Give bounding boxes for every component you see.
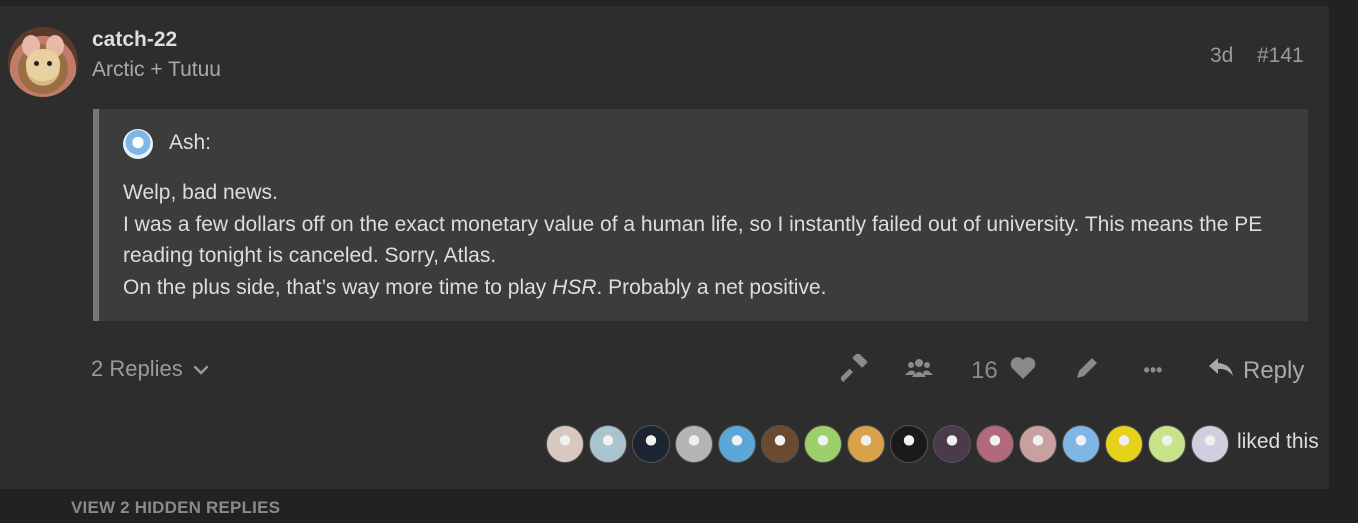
- hammer-icon: [839, 352, 869, 387]
- avatar-eye: [47, 61, 52, 66]
- liker-avatar[interactable]: [890, 425, 928, 463]
- liker-avatar[interactable]: [632, 425, 670, 463]
- user-title: Arctic + Tutuu: [92, 58, 221, 81]
- liker-avatar[interactable]: [761, 425, 799, 463]
- liker-avatar[interactable]: [933, 425, 971, 463]
- quote-text: . Probably a net positive.: [596, 275, 827, 299]
- quote-block: Ash: Welp, bad news. I was a few dollars…: [93, 109, 1308, 321]
- liker-avatar[interactable]: [1062, 425, 1100, 463]
- liker-avatar[interactable]: [847, 425, 885, 463]
- like-button[interactable]: [1008, 355, 1038, 385]
- liked-this-label: liked this: [1237, 430, 1319, 453]
- edit-button[interactable]: [1072, 355, 1102, 385]
- liker-avatar[interactable]: [546, 425, 584, 463]
- liker-avatar[interactable]: [1105, 425, 1143, 463]
- avatar-eye: [34, 61, 39, 66]
- username[interactable]: catch-22: [92, 28, 177, 52]
- post-number[interactable]: #141: [1257, 44, 1304, 68]
- likers-avatars: [546, 425, 1234, 463]
- liker-avatar[interactable]: [1019, 425, 1057, 463]
- more-actions-button[interactable]: •••: [1138, 355, 1168, 385]
- liker-avatar[interactable]: [804, 425, 842, 463]
- pencil-icon: [1073, 354, 1101, 387]
- user-avatar[interactable]: [8, 27, 78, 97]
- quote-line: Welp, bad news.: [123, 181, 278, 204]
- quote-emphasis: HSR: [552, 275, 597, 299]
- quote-line: I was a few dollars off on the exact mon…: [123, 212, 1263, 268]
- show-who-liked-button[interactable]: [904, 355, 934, 385]
- post: catch-22 Arctic + Tutuu 3d #141 Ash: Wel…: [0, 0, 1329, 489]
- reply-label: Reply: [1243, 356, 1305, 384]
- chevron-down-icon: [193, 356, 209, 382]
- like-count[interactable]: 16: [971, 357, 998, 385]
- liker-avatar[interactable]: [1148, 425, 1186, 463]
- liker-avatar[interactable]: [589, 425, 627, 463]
- liker-avatar[interactable]: [1191, 425, 1229, 463]
- heart-icon: [1009, 355, 1037, 386]
- replies-label: 2 Replies: [91, 356, 183, 381]
- replies-toggle-button[interactable]: 2 Replies: [91, 356, 209, 382]
- users-icon: [904, 357, 934, 384]
- view-hidden-replies-button[interactable]: VIEW 2 HIDDEN REPLIES: [71, 498, 280, 518]
- liker-avatar[interactable]: [976, 425, 1014, 463]
- liker-avatar[interactable]: [675, 425, 713, 463]
- liker-avatar[interactable]: [718, 425, 756, 463]
- quote-line: On the plus side, that’s way more time t…: [123, 272, 1293, 304]
- post-divider: [0, 0, 1329, 6]
- quote-author[interactable]: Ash:: [169, 131, 211, 155]
- admin-wrench-button[interactable]: [839, 352, 870, 387]
- quote-author-avatar[interactable]: [123, 129, 153, 159]
- quote-body: Welp, bad news. I was a few dollars off …: [123, 177, 1293, 303]
- avatar-face: [26, 49, 60, 81]
- reply-arrow-icon: [1207, 355, 1235, 386]
- reply-button[interactable]: Reply: [1207, 355, 1304, 386]
- quote-text: On the plus side, that’s way more time t…: [123, 275, 553, 299]
- post-age[interactable]: 3d: [1210, 44, 1233, 68]
